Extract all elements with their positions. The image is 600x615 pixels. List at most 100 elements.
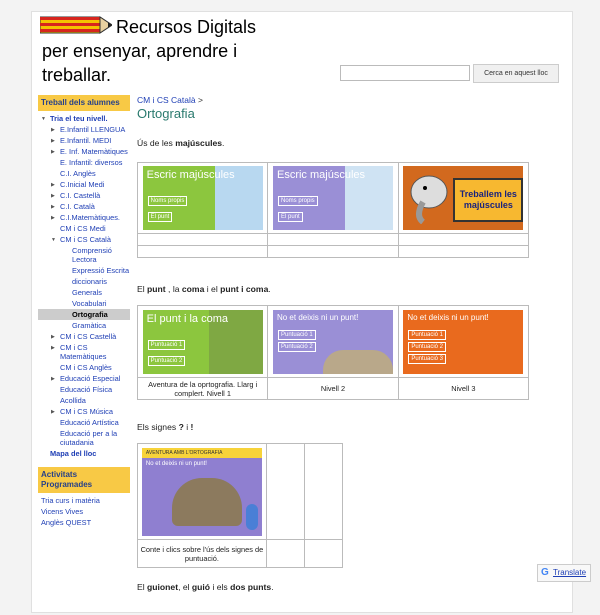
site-title-line3[interactable]: treballar.: [42, 65, 111, 85]
collapsed-arrow-icon[interactable]: ▶: [51, 181, 55, 190]
sidebar-item-label: E. Infantil: diversos: [60, 158, 123, 167]
sidebar-item[interactable]: ▶ E.Infantil LLENGUA: [38, 124, 130, 135]
sidebar-item[interactable]: E. Infantil: diversos: [38, 157, 130, 168]
sidebar-item[interactable]: Comprensió Lectora: [38, 245, 130, 265]
sidebar-item[interactable]: ▶ CM i CS Matemàtiques: [38, 342, 130, 362]
sidebar-item[interactable]: Mapa del lloc: [38, 448, 130, 459]
sidebar-item-label: Acollida: [60, 396, 86, 405]
thumbnail-escric-majuscules-2[interactable]: Escric majúscules Noms propis El punt: [272, 166, 393, 230]
sidebar-item-selected[interactable]: Ortografia: [38, 309, 130, 320]
sidebar-item[interactable]: Vocabulari: [38, 298, 130, 309]
thumbnail-chip: Puntuació 2: [408, 341, 447, 352]
sidebar-item[interactable]: ▼ Tria el teu nivell.: [38, 113, 130, 124]
thumbnail-no-et-deixis-2[interactable]: No et deixis ni un punt! Puntuació 1 Pun…: [272, 309, 393, 374]
collapsed-arrow-icon[interactable]: ▶: [51, 214, 55, 223]
table-cell: [265, 443, 305, 540]
sidebar-item[interactable]: Tria curs i matèria: [38, 495, 130, 506]
sidebar-item[interactable]: ▶ E.Infantil. MEDI: [38, 135, 130, 146]
sidebar-heading-treball: Treball dels alumnes: [38, 95, 130, 111]
sidebar-item[interactable]: Educació Artística: [38, 417, 130, 428]
expanded-arrow-icon[interactable]: ▼: [41, 115, 46, 124]
collapsed-arrow-icon[interactable]: ▶: [51, 408, 55, 417]
google-icon: G: [541, 567, 549, 578]
text-segment: i els: [210, 582, 231, 592]
sidebar-item[interactable]: Generals: [38, 287, 130, 298]
text-segment: El: [137, 284, 148, 294]
thumbnail-treballem-majuscules[interactable]: Treballem les majúscules: [403, 166, 524, 230]
thumbnail-header: AVENTURA AMB L'ORTOGRAFIA: [141, 447, 262, 458]
sidebar-item[interactable]: Expressió Escrita: [38, 265, 130, 276]
sidebar-item-label: Gramàtica: [72, 321, 107, 330]
thumbnail-title: El punt i la coma: [146, 312, 228, 325]
sidebar-item[interactable]: CM i CS Medi: [38, 223, 130, 234]
sidebar-item[interactable]: ▼ CM i CS Català: [38, 234, 130, 245]
breadcrumb-link[interactable]: CM i CS Català: [137, 95, 196, 105]
collapsed-arrow-icon[interactable]: ▶: [51, 333, 55, 342]
sidebar-item[interactable]: Educació Física: [38, 384, 130, 395]
sidebar-item-label: Vocabulari: [72, 299, 107, 308]
site-title-line1[interactable]: Recursos Digitals: [42, 15, 342, 39]
sidebar-item[interactable]: Educació per a la ciutadania: [38, 428, 130, 448]
sidebar-item-label: C.Inicial Medi: [60, 180, 105, 189]
elephant-photo-icon: [322, 349, 393, 374]
collapsed-arrow-icon[interactable]: ▶: [51, 375, 55, 384]
translate-button[interactable]: G Translate: [537, 564, 591, 582]
thumbnail-chip: Puntuació 2: [277, 341, 316, 352]
thumbnail-title: No et deixis ni un punt!: [145, 460, 207, 467]
sidebar: Treball dels alumnes ▼ Tria el teu nivell…: [38, 95, 130, 615]
sidebar-item[interactable]: Gramàtica: [38, 320, 130, 331]
sidebar-item[interactable]: ▶ C.I. Castellà: [38, 190, 130, 201]
thumbnail-chip: Puntuació 2: [147, 355, 186, 366]
thumbnail-aventura-ortografia[interactable]: AVENTURA AMB L'ORTOGRAFIA No et deixis n…: [141, 447, 262, 536]
collapsed-arrow-icon[interactable]: ▶: [51, 344, 55, 353]
sidebar-item-label: Mapa del lloc: [50, 449, 97, 458]
sidebar-item[interactable]: ▶ Educació Especial: [38, 373, 130, 384]
thumbnail-no-et-deixis-3[interactable]: No et deixis ni un punt! Puntuació 1 Pun…: [403, 309, 524, 374]
sidebar-item-label: C.I. Anglès: [60, 169, 96, 178]
table-cell: [303, 443, 344, 540]
sidebar-item[interactable]: ▶ E. Inf. Matemàtiques: [38, 146, 130, 157]
table-cell: No et deixis ni un punt! Puntuació 1 Pun…: [397, 305, 530, 378]
collapsed-arrow-icon[interactable]: ▶: [51, 148, 55, 157]
collapsed-arrow-icon[interactable]: ▶: [51, 192, 55, 201]
site-title[interactable]: Recursos Digitals per ensenyar, aprendre…: [42, 15, 342, 87]
majuscules-table: Escric majúscules Noms propis El punt Es…: [136, 162, 530, 258]
table-cell: [136, 233, 269, 246]
thumbnail-punt-coma[interactable]: El punt i la coma Puntuació 1 Puntuació …: [142, 309, 263, 374]
sidebar-item[interactable]: Acollida: [38, 395, 130, 406]
sidebar-item[interactable]: C.I. Anglès: [38, 168, 130, 179]
translate-label[interactable]: Translate: [553, 568, 586, 577]
text-bold-segment: !: [190, 422, 194, 432]
sidebar-item[interactable]: CM i CS Anglès: [38, 362, 130, 373]
text-bold-segment: coma: [181, 284, 205, 294]
sidebar-item-label: C.I. Català: [60, 202, 95, 211]
collapsed-arrow-icon[interactable]: ▶: [51, 137, 55, 146]
sidebar-nav-list-2: Tria curs i matèria Vicens Vives Anglès QU…: [38, 495, 130, 528]
sidebar-item[interactable]: diccionaris: [38, 276, 130, 287]
table-cell: Treballem les majúscules: [397, 162, 530, 234]
sidebar-item[interactable]: Vicens Vives: [38, 506, 130, 517]
thumbnail-chip: Noms propis: [277, 196, 318, 206]
elephant-cartoon-icon: [410, 175, 448, 224]
sidebar-item[interactable]: Anglès QUEST: [38, 517, 130, 528]
sidebar-item[interactable]: ▶ C.Inicial Medi: [38, 179, 130, 190]
collapsed-arrow-icon[interactable]: ▶: [51, 126, 55, 135]
table-cell: El punt i la coma Puntuació 1 Puntuació …: [136, 305, 269, 378]
sidebar-item[interactable]: ▶ CM i CS Música: [38, 406, 130, 417]
table-cell-caption: Nivell 2: [267, 377, 399, 400]
section-guionet-heading: El guionet, el guió i els dos punts.: [137, 582, 274, 592]
sidebar-item[interactable]: ▶ C.I.Matemàtiques.: [38, 212, 130, 223]
page-title: Ortografia: [137, 106, 195, 121]
collapsed-arrow-icon[interactable]: ▶: [51, 203, 55, 212]
table-cell-caption: Nivell 3: [397, 377, 530, 400]
sidebar-item[interactable]: ▶ CM i CS Castellà: [38, 331, 130, 342]
sidebar-item-label: diccionaris: [72, 277, 107, 286]
search-input[interactable]: [340, 65, 470, 81]
sidebar-item-label: Generals: [72, 288, 102, 297]
thumbnail-escric-majuscules-1[interactable]: Escric majúscules Noms propis El punt: [142, 166, 263, 230]
site-title-line2[interactable]: per ensenyar, aprendre i: [42, 41, 237, 61]
sidebar-item[interactable]: ▶ C.I. Català: [38, 201, 130, 212]
search-button[interactable]: Cerca en aquest lloc: [473, 64, 559, 83]
thumbnail-chip: El punt: [277, 212, 303, 222]
expanded-arrow-icon[interactable]: ▼: [51, 236, 56, 245]
